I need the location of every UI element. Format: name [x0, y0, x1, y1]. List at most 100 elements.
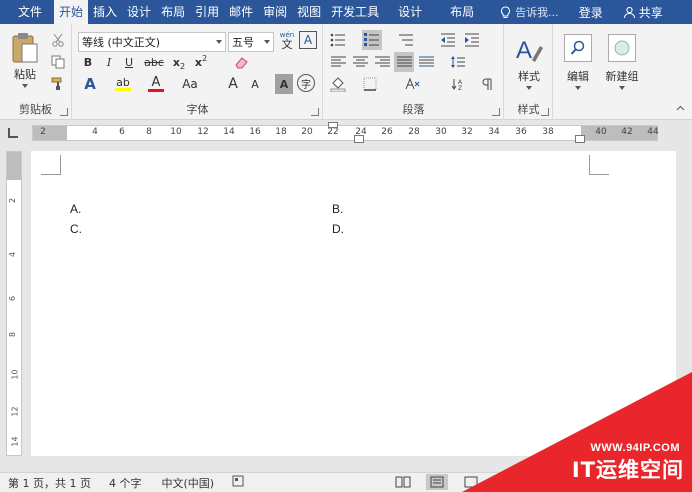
justify-button[interactable]	[394, 52, 414, 72]
collapse-ribbon-button[interactable]	[674, 102, 686, 114]
format-painter-button[interactable]	[48, 74, 68, 94]
italic-button[interactable]: I	[99, 52, 119, 72]
vertical-ruler[interactable]: 2 4 6 8 10 12 14	[6, 151, 22, 456]
tab-design[interactable]: 设计	[122, 0, 156, 24]
magnifier-icon	[570, 40, 585, 55]
watermark-name: IT运维空间	[571, 458, 684, 482]
ruler-tick: 40	[595, 127, 607, 137]
ruler-tick: 4	[92, 127, 98, 137]
text-effects-button[interactable]: A	[78, 74, 102, 94]
chevron-up-icon	[676, 105, 684, 111]
tab-layout[interactable]: 布局	[156, 0, 190, 24]
underline-button[interactable]: U	[119, 52, 139, 72]
numbering-button[interactable]	[362, 30, 382, 50]
paste-button[interactable]: 粘贴	[6, 30, 44, 90]
clipboard-launcher-icon[interactable]	[60, 108, 68, 116]
copy-button[interactable]	[48, 52, 68, 72]
new-group-button[interactable]: 新建组	[602, 30, 642, 94]
decrease-indent-button[interactable]	[438, 30, 458, 50]
option-a[interactable]: A.	[70, 202, 81, 216]
character-border-button[interactable]: A	[299, 31, 317, 49]
superscript-button[interactable]: x2	[191, 52, 211, 72]
word-count[interactable]: 4 个字	[109, 475, 142, 491]
sort-button[interactable]: AZ	[448, 74, 468, 94]
person-icon	[623, 6, 635, 18]
multilevel-list-button[interactable]	[396, 30, 416, 50]
editing-button[interactable]: 编辑	[558, 30, 598, 94]
align-left-button[interactable]	[328, 52, 348, 72]
font-name-dropdown[interactable]: 等线 (中文正文)	[78, 32, 226, 52]
asian-layout-button[interactable]	[402, 74, 422, 94]
language-indicator[interactable]: 中文(中国)	[161, 475, 214, 491]
enclose-characters-button[interactable]: 字	[297, 74, 315, 92]
subscript-button[interactable]: x2	[169, 52, 189, 72]
svg-text:Z: Z	[458, 85, 462, 91]
distributed-icon	[418, 56, 434, 67]
option-d[interactable]: D.	[332, 222, 344, 236]
tab-references[interactable]: 引用	[190, 0, 224, 24]
tab-home[interactable]: 开始	[54, 0, 89, 24]
change-case-button[interactable]: Aa	[177, 74, 203, 94]
ribbon: 粘贴 剪贴板 等线 (中文正文) 五号 wén 文 A B I U abc x …	[0, 24, 692, 120]
right-indent-marker[interactable]	[575, 135, 585, 143]
tab-mailings[interactable]: 邮件	[224, 0, 258, 24]
clear-formatting-button[interactable]	[231, 52, 251, 72]
left-indent-marker[interactable]	[354, 135, 364, 143]
highlight-ab: ab	[116, 76, 130, 89]
font-color-button[interactable]: A	[145, 74, 167, 94]
paragraph-mark-icon	[482, 78, 492, 90]
shading-button[interactable]	[328, 74, 348, 94]
shrink-font-button[interactable]: A	[245, 74, 265, 94]
paragraph-launcher-icon[interactable]	[492, 108, 500, 116]
font-launcher-icon[interactable]	[311, 108, 319, 116]
site-watermark: WWW.94IP.COM IT运维空间	[462, 372, 692, 492]
read-mode-button[interactable]	[392, 474, 414, 490]
phonetic-guide-button[interactable]: wén 文	[276, 30, 298, 52]
macro-record-button[interactable]	[232, 475, 244, 490]
borders-button[interactable]	[360, 74, 380, 94]
show-marks-button[interactable]	[476, 74, 496, 94]
line-spacing-button[interactable]	[448, 52, 468, 72]
option-c[interactable]: C.	[70, 222, 82, 236]
tab-table-design[interactable]: 设计	[384, 0, 436, 24]
grow-font-button[interactable]: A	[223, 74, 243, 94]
first-line-indent-marker[interactable]	[328, 122, 338, 128]
distributed-button[interactable]	[416, 52, 436, 72]
borders-icon	[363, 77, 377, 91]
increase-indent-button[interactable]	[462, 30, 482, 50]
align-center-button[interactable]	[350, 52, 370, 72]
tab-table-layout[interactable]: 布局	[436, 0, 488, 24]
styles-gallery-button[interactable]: A 样式	[509, 30, 549, 94]
align-right-button[interactable]	[372, 52, 392, 72]
tab-view[interactable]: 视图	[292, 0, 326, 24]
paragraph-group-label: 段落	[402, 103, 425, 116]
ruler-tick: 42	[621, 127, 633, 137]
print-layout-button[interactable]	[426, 474, 448, 490]
tab-developer[interactable]: 开发工具	[326, 0, 384, 24]
bold-button[interactable]: B	[78, 52, 98, 72]
tab-review[interactable]: 审阅	[258, 0, 292, 24]
ruler-tick: 34	[488, 127, 500, 137]
font-size-dropdown[interactable]: 五号	[228, 32, 274, 52]
tab-insert[interactable]: 插入	[88, 0, 122, 24]
paintbrush-icon	[51, 77, 62, 90]
bullets-button[interactable]	[328, 30, 348, 50]
tell-me-box[interactable]: 告诉我...	[492, 0, 567, 24]
strikethrough-button[interactable]: abc	[141, 52, 167, 72]
option-b[interactable]: B.	[332, 202, 343, 216]
cut-button[interactable]	[48, 30, 68, 50]
ruler-tick: 12	[197, 127, 209, 137]
tab-selector-icon[interactable]	[8, 128, 18, 138]
page-count[interactable]: 第 1 页，共 1 页	[8, 475, 91, 491]
share-button[interactable]: 共享	[615, 4, 671, 21]
login-link[interactable]: 登录	[567, 4, 615, 21]
clipboard-icon	[12, 33, 38, 63]
ruler-tick: 26	[381, 127, 393, 137]
tab-file[interactable]: 文件	[0, 0, 54, 24]
horizontal-ruler[interactable]: 2 4 6 8 10 12 14 16 18 20 22 24 26 28 30…	[0, 121, 692, 146]
highlight-button[interactable]: ab	[111, 74, 135, 94]
styles-icon: A	[516, 37, 543, 64]
font-color-swatch	[148, 89, 164, 92]
styles-launcher-icon[interactable]	[541, 108, 549, 116]
character-shading-button[interactable]: A	[275, 74, 293, 94]
